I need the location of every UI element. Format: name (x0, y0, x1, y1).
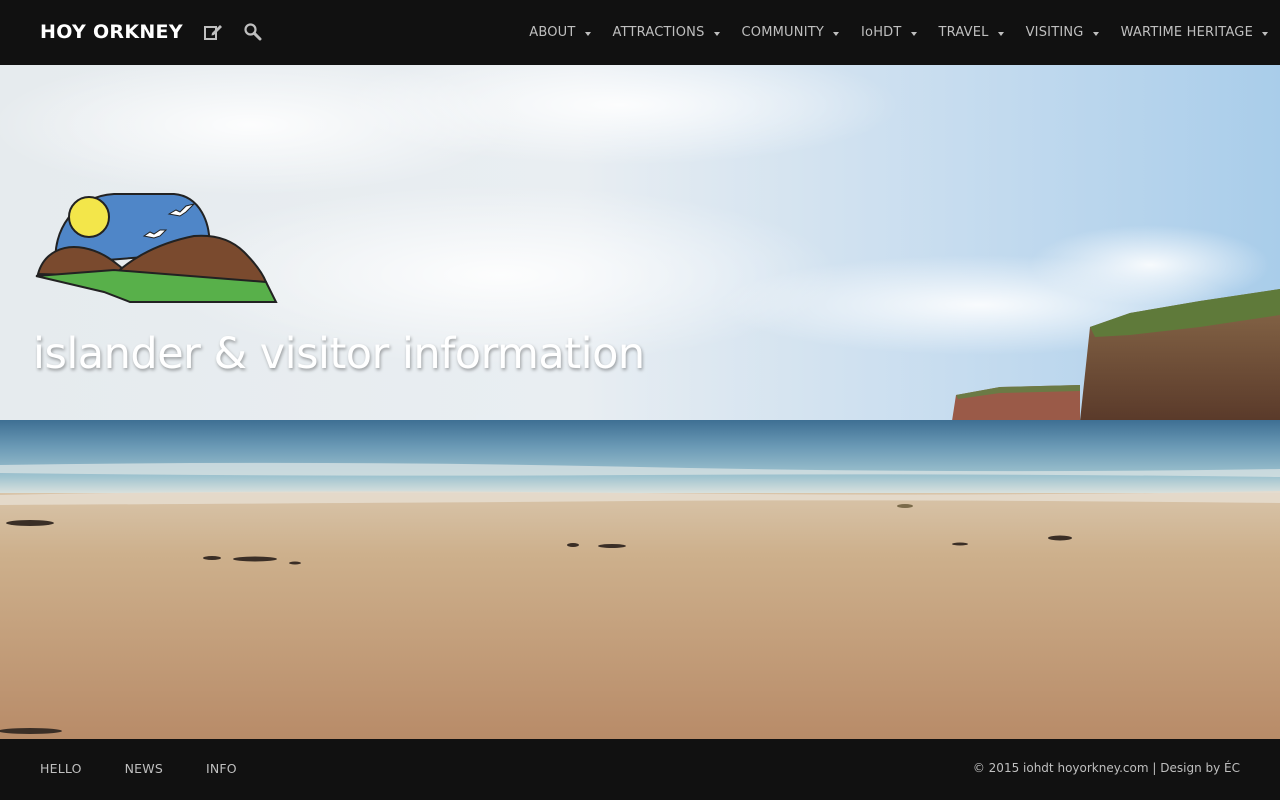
hero-banner: islander & visitor information (0, 65, 1280, 739)
search-icon[interactable] (243, 22, 263, 42)
nav-item-label: COMMUNITY (741, 25, 825, 40)
write-icon[interactable] (203, 22, 223, 42)
beach-photo (0, 65, 1280, 739)
nav-item-label: IoHDT (861, 25, 902, 40)
caret-down-icon (910, 31, 917, 36)
nav-item-travel[interactable]: TRAVEL (939, 25, 1004, 40)
footer-link-hello[interactable]: HELLO (40, 761, 82, 776)
nav-item-label: TRAVEL (938, 25, 989, 40)
nav-item-label: WARTIME HERITAGE (1120, 25, 1253, 40)
footer-link-news[interactable]: NEWS (125, 761, 163, 776)
caret-down-icon (1262, 31, 1268, 36)
nav-item-community[interactable]: COMMUNITY (742, 25, 840, 40)
caret-down-icon (1092, 31, 1099, 36)
footer: HELLO NEWS INFO © 2015 iohdt hoyorkney.c… (0, 739, 1280, 800)
design-credit: Design by ÉC (1160, 761, 1240, 775)
nav-item-wartime-heritage[interactable]: WARTIME HERITAGE (1121, 25, 1268, 40)
site-link[interactable]: hoyorkney.com (1057, 761, 1148, 775)
nav-item-label: ABOUT (529, 25, 576, 40)
nav-item-about[interactable]: ABOUT (529, 25, 591, 40)
nav-item-iohdt[interactable]: IoHDT (861, 25, 917, 40)
credits-separator: | (1148, 761, 1161, 775)
copyright-text: © 2015 iohdt (972, 761, 1054, 775)
nav-item-label: VISITING (1025, 25, 1084, 40)
nav-item-label: ATTRACTIONS (612, 25, 705, 40)
hero-tagline: islander & visitor information (33, 329, 645, 379)
footer-link-info[interactable]: INFO (206, 761, 237, 776)
main-menu: ABOUT ATTRACTIONS COMMUNITY IoHDT TRAVEL… (529, 0, 1268, 65)
caret-down-icon (833, 31, 840, 36)
hoy-logo-illustration (34, 192, 280, 304)
nav-item-attractions[interactable]: ATTRACTIONS (613, 25, 720, 40)
nav-item-visiting[interactable]: VISITING (1026, 25, 1099, 40)
footer-menu: HELLO NEWS INFO (40, 761, 280, 776)
caret-down-icon (713, 31, 720, 36)
top-navigation-bar: HOY ORKNEY ABOUT ATTRACTIONS COMMUNITY I… (0, 0, 1280, 65)
caret-down-icon (997, 31, 1004, 36)
caret-down-icon (584, 31, 591, 36)
site-title[interactable]: HOY ORKNEY (40, 20, 183, 44)
footer-credits: © 2015 iohdt hoyorkney.com | Design by É… (973, 761, 1240, 775)
